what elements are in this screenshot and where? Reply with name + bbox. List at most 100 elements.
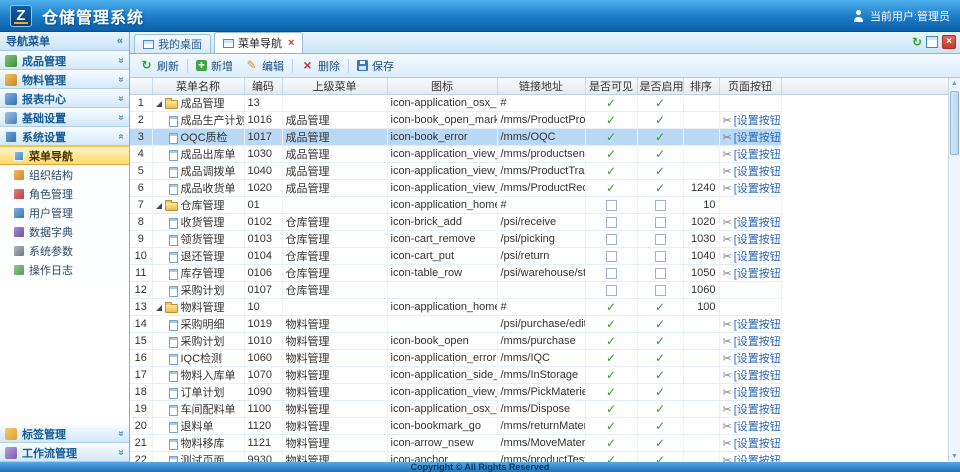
visible-checked-icon[interactable] [606,300,616,314]
table-row[interactable]: 9领货管理0103仓库管理icon-cart_remove/psi/pickin… [130,231,781,248]
set-buttons-link[interactable]: [设置按钮] [734,387,781,399]
enabled-checked-icon[interactable] [655,300,665,314]
sidebar-section[interactable]: 标签管理 [0,424,129,443]
table-row[interactable]: 1成品管理13icon-application_osx_home# [130,95,781,112]
sidebar-item[interactable]: 角色管理 [0,184,129,203]
set-buttons-link[interactable]: [设置按钮] [734,115,781,127]
enabled-checked-icon[interactable] [655,453,665,462]
table-row[interactable]: 5成品调拨单1040成品管理icon-application_view_icon… [130,163,781,180]
enabled-checked-icon[interactable] [655,402,665,416]
table-row[interactable]: 7仓库管理01icon-application_home#10 [130,197,781,214]
enabled-checked-icon[interactable] [655,181,665,195]
enabled-checkbox[interactable] [655,200,666,211]
table-row[interactable]: 4成品出库单1030成品管理icon-application_view_tile… [130,146,781,163]
sidebar-section[interactable]: 基础设置 [0,108,129,127]
enabled-checked-icon[interactable] [655,113,665,127]
table-row[interactable]: 13物料管理10icon-application_home#100 [130,299,781,316]
cascade-icon[interactable] [926,36,938,48]
scroll-thumb[interactable] [950,91,959,155]
set-buttons-link[interactable]: [设置按钮] [734,370,781,382]
tab-close-icon[interactable] [288,37,294,49]
set-buttons-link[interactable]: [设置按钮] [734,404,781,416]
enabled-checked-icon[interactable] [655,385,665,399]
enabled-checkbox[interactable] [655,268,666,279]
sidebar-section[interactable]: 物料管理 [0,70,129,89]
enabled-checked-icon[interactable] [655,351,665,365]
enabled-checked-icon[interactable] [655,368,665,382]
visible-checkbox[interactable] [606,217,617,228]
sidebar-item[interactable]: 数据字典 [0,222,129,241]
set-buttons-link[interactable]: [设置按钮] [734,251,781,263]
set-buttons-link[interactable]: [设置按钮] [734,353,781,365]
set-buttons-link[interactable]: [设置按钮] [734,268,781,280]
set-buttons-link[interactable]: [设置按钮] [734,149,781,161]
sidebar-item[interactable]: 用户管理 [0,203,129,222]
set-buttons-link[interactable]: [设置按钮] [734,234,781,246]
set-buttons-link[interactable]: [设置按钮] [734,217,781,229]
table-row[interactable]: 12采购计划0107仓库管理1060 [130,282,781,299]
enabled-checked-icon[interactable] [655,317,665,331]
sidebar-item[interactable]: 系统参数 [0,241,129,260]
visible-checkbox[interactable] [606,234,617,245]
table-row[interactable]: 20退料单1120物料管理icon-bookmark_go/mms/return… [130,418,781,435]
sidebar-section[interactable]: 工作流管理 [0,443,129,462]
sidebar-item[interactable]: 菜单导航 [0,146,129,165]
set-buttons-link[interactable]: [设置按钮] [734,421,781,433]
visible-checked-icon[interactable] [606,351,616,365]
visible-checked-icon[interactable] [606,317,616,331]
enabled-checked-icon[interactable] [655,334,665,348]
column-header[interactable]: 编码 [244,78,282,94]
add-button[interactable]: 新增 [190,56,239,76]
visible-checked-icon[interactable] [606,130,616,144]
visible-checked-icon[interactable] [606,164,616,178]
edit-button[interactable]: 编辑 [239,56,290,76]
column-header[interactable]: 是否启用 [637,78,683,94]
tab-active[interactable]: 菜单导航 [214,32,303,53]
table-row[interactable]: 8收货管理0102仓库管理icon-brick_add/psi/receive1… [130,214,781,231]
column-header[interactable]: 菜单名称 [152,78,244,94]
visible-checked-icon[interactable] [606,96,616,110]
column-header[interactable]: 图标 [387,78,497,94]
visible-checked-icon[interactable] [606,419,616,433]
close-icon[interactable] [942,35,956,49]
enabled-checkbox[interactable] [655,217,666,228]
tree-expander-icon[interactable] [156,101,162,107]
visible-checkbox[interactable] [606,200,617,211]
visible-checked-icon[interactable] [606,385,616,399]
sidebar-section[interactable]: 报表中心 [0,89,129,108]
visible-checked-icon[interactable] [606,402,616,416]
table-row[interactable]: 6成品收货单1020成品管理icon-application_view_list… [130,180,781,197]
column-header[interactable]: 排序 [683,78,719,94]
table-row[interactable]: 19车间配料单1100物料管理icon-application_osx_casc… [130,401,781,418]
visible-checked-icon[interactable] [606,147,616,161]
visible-checked-icon[interactable] [606,453,616,462]
column-header[interactable]: 是否可见 [585,78,637,94]
visible-checked-icon[interactable] [606,436,616,450]
visible-checkbox[interactable] [606,268,617,279]
refresh-button[interactable]: 刷新 [134,56,185,76]
sidebar-item[interactable]: 组织结构 [0,165,129,184]
sidebar-collapse-button[interactable] [117,35,123,47]
table-row[interactable]: 17物料入库单1070物料管理icon-application_side_exp… [130,367,781,384]
table-row[interactable]: 21物料移库1121物料管理icon-arrow_nsew/mms/MoveMa… [130,435,781,452]
visible-checked-icon[interactable] [606,113,616,127]
set-buttons-link[interactable]: [设置按钮] [734,336,781,348]
enabled-checked-icon[interactable] [655,130,665,144]
table-row[interactable]: 10退还管理0104仓库管理icon-cart_put/psi/return10… [130,248,781,265]
save-button[interactable]: 保存 [351,56,400,76]
visible-checkbox[interactable] [606,285,617,296]
set-buttons-link[interactable]: [设置按钮] [734,455,781,462]
enabled-checkbox[interactable] [655,285,666,296]
visible-checked-icon[interactable] [606,334,616,348]
tree-expander-icon[interactable] [156,203,162,209]
column-header[interactable]: 上级菜单 [282,78,387,94]
enabled-checked-icon[interactable] [655,96,665,110]
sidebar-section[interactable]: 系统设置 [0,127,129,146]
set-buttons-link[interactable]: [设置按钮] [734,438,781,450]
table-row[interactable]: 16IQC检测1060物料管理icon-application_error/mm… [130,350,781,367]
delete-button[interactable]: 删除 [295,56,346,76]
tree-expander-icon[interactable] [156,305,162,311]
scroll-up-arrow-icon[interactable] [949,80,960,87]
table-row[interactable]: 2成品生产计划1016成品管理icon-book_open_mark/mms/P… [130,112,781,129]
enabled-checkbox[interactable] [655,234,666,245]
